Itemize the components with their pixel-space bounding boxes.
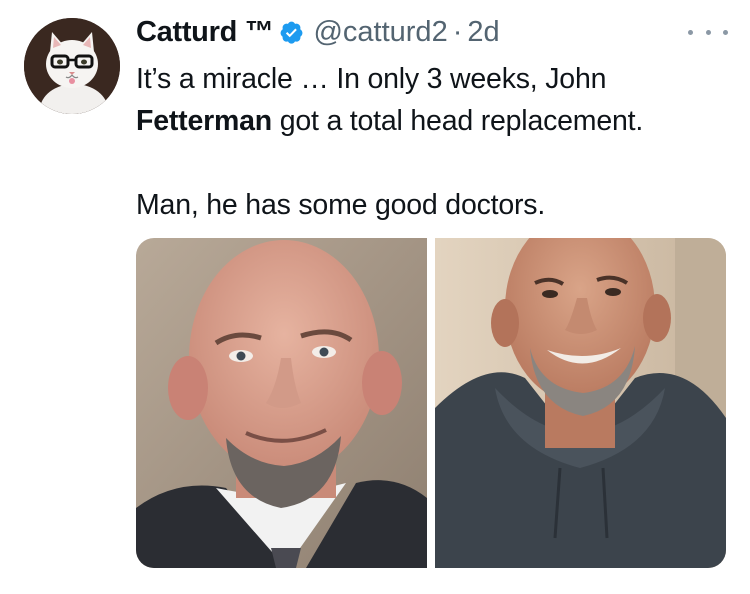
tweet-text-line2: got a total head replacement. (271, 105, 644, 137)
tweet-text-line1: It’s a miracle … In only 3 weeks, John (136, 63, 607, 95)
timestamp[interactable]: 2d (467, 16, 499, 49)
tweet[interactable]: Catturd ™ @catturd2 · 2d It’s a miracle … (0, 0, 750, 594)
display-name[interactable]: Catturd ™ (136, 16, 274, 49)
tweet-header: Catturd ™ @catturd2 · 2d (136, 12, 500, 52)
tweet-media (136, 238, 726, 568)
more-options-icon[interactable] (688, 22, 728, 42)
avatar[interactable] (24, 18, 120, 114)
photo-left[interactable] (136, 238, 427, 568)
tweet-text-paragraph-2: Man, he has some good doctors. (136, 189, 546, 221)
tweet-text: It’s a miracle … In only 3 weeks, John F… (136, 58, 736, 226)
photo-right[interactable] (435, 238, 726, 568)
user-handle[interactable]: @catturd2 (313, 16, 447, 49)
tweet-text-bold-name: Fetterman (136, 105, 272, 137)
tweet-text-paragraph-1: It’s a miracle … In only 3 weeks, John F… (136, 58, 736, 142)
verified-badge-icon[interactable] (279, 20, 304, 45)
separator-dot: · (452, 15, 463, 48)
cat-avatar-image (24, 18, 120, 114)
